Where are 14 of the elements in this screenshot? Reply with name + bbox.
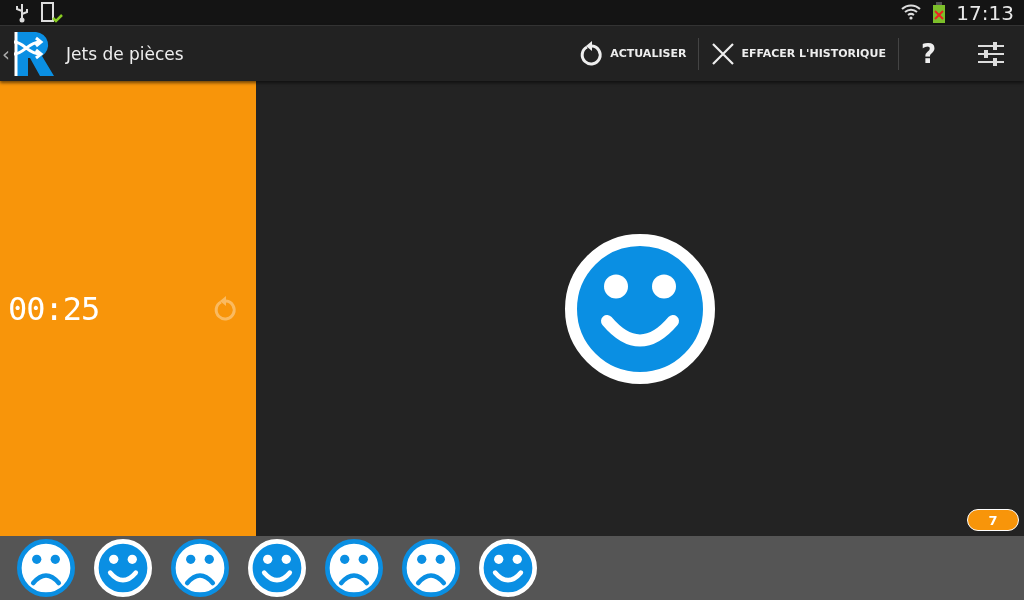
help-button[interactable]: ?: [898, 33, 958, 74]
app-title: Jets de pièces: [66, 43, 184, 64]
settings-icon: [978, 41, 1004, 66]
refresh-button[interactable]: ACTUALISER: [568, 33, 699, 74]
timer-display: 00:25: [8, 289, 100, 328]
close-icon: [711, 41, 736, 66]
back-caret[interactable]: ‹: [2, 41, 10, 66]
refresh-icon: [580, 40, 605, 67]
clock-time: 17:13: [956, 0, 1014, 25]
clear-history-button[interactable]: EFFACER L'HISTORIQUE: [699, 33, 898, 74]
battery-icon: [932, 1, 947, 24]
flip-count-badge: 7: [967, 509, 1019, 531]
usb-icon: [14, 2, 30, 23]
device-check-icon: [40, 1, 64, 24]
